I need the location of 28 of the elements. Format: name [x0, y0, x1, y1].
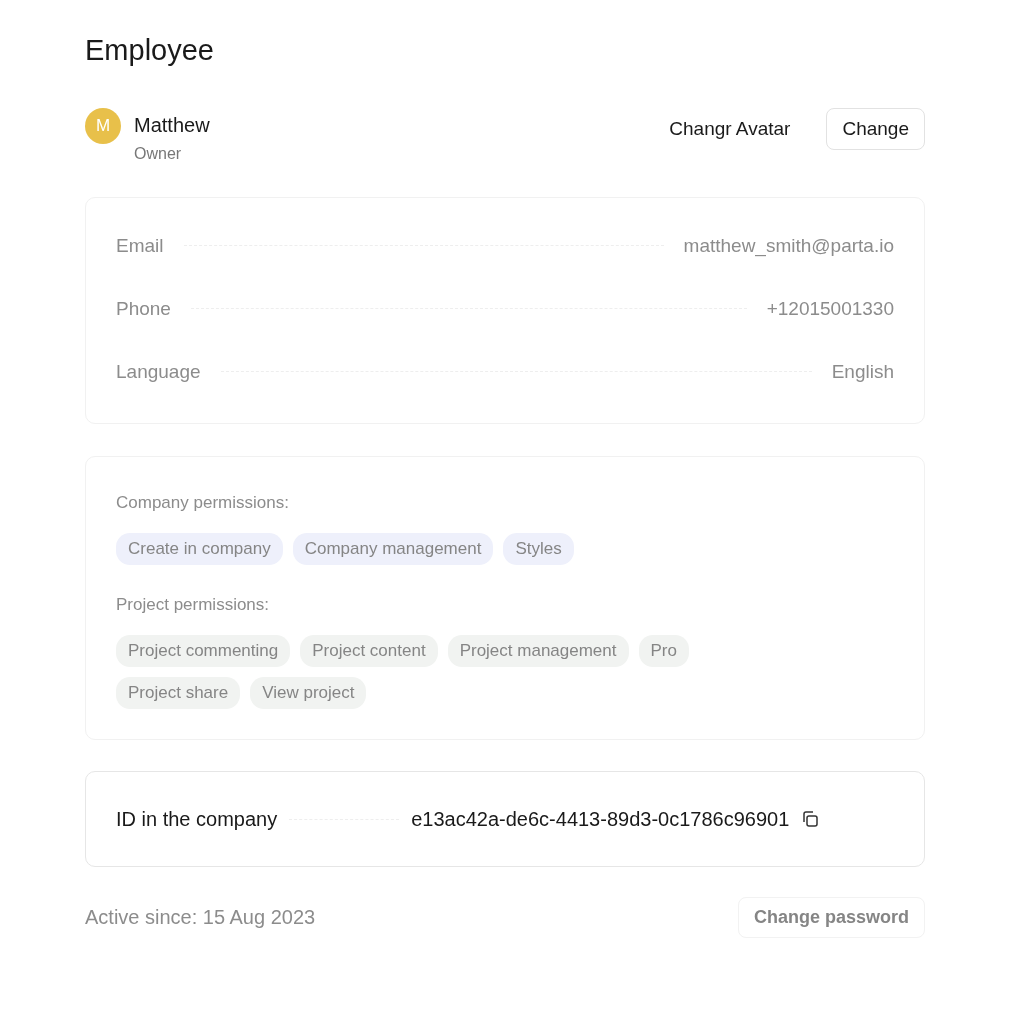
permission-tag: Project content — [300, 635, 438, 667]
permission-tag: Styles — [503, 533, 574, 565]
permission-tag: Create in company — [116, 533, 283, 565]
avatar-label: Changr Avatar — [669, 118, 791, 140]
contact-label: Email — [116, 234, 164, 257]
user-name: Matthew — [134, 114, 210, 137]
contact-value: +12015001330 — [766, 297, 894, 320]
permission-tag: Project management — [447, 635, 629, 667]
permission-tag: Pro — [638, 635, 689, 667]
id-value: e13ac42a-de6c-4413-89d3-0c1786c96901 — [411, 807, 790, 831]
permission-tag: View project — [250, 677, 367, 709]
change-password-button[interactable]: Change password — [737, 897, 925, 938]
active-since-text: Active since: 15 Aug 2023 — [85, 906, 316, 929]
contact-label: Language — [116, 360, 201, 383]
copy-icon[interactable] — [801, 810, 820, 828]
contact-label: Phone — [116, 297, 171, 320]
id-label: ID in the company — [116, 807, 278, 831]
change-button[interactable]: Change — [826, 108, 925, 150]
permission-tag: Company management — [292, 533, 494, 565]
contact-value: English — [831, 360, 894, 383]
permission-tag: Project commenting — [116, 635, 291, 667]
permissions-label: Company permissions: — [116, 493, 289, 512]
contact-value: matthew_smith@parta.io — [683, 234, 894, 257]
user-role: Owner — [134, 145, 183, 163]
permissions-label: Project permissions: — [116, 595, 270, 614]
page-title: Employee — [85, 33, 215, 68]
avatar-circle: M — [85, 108, 121, 144]
permission-tag: Project share — [116, 677, 241, 709]
